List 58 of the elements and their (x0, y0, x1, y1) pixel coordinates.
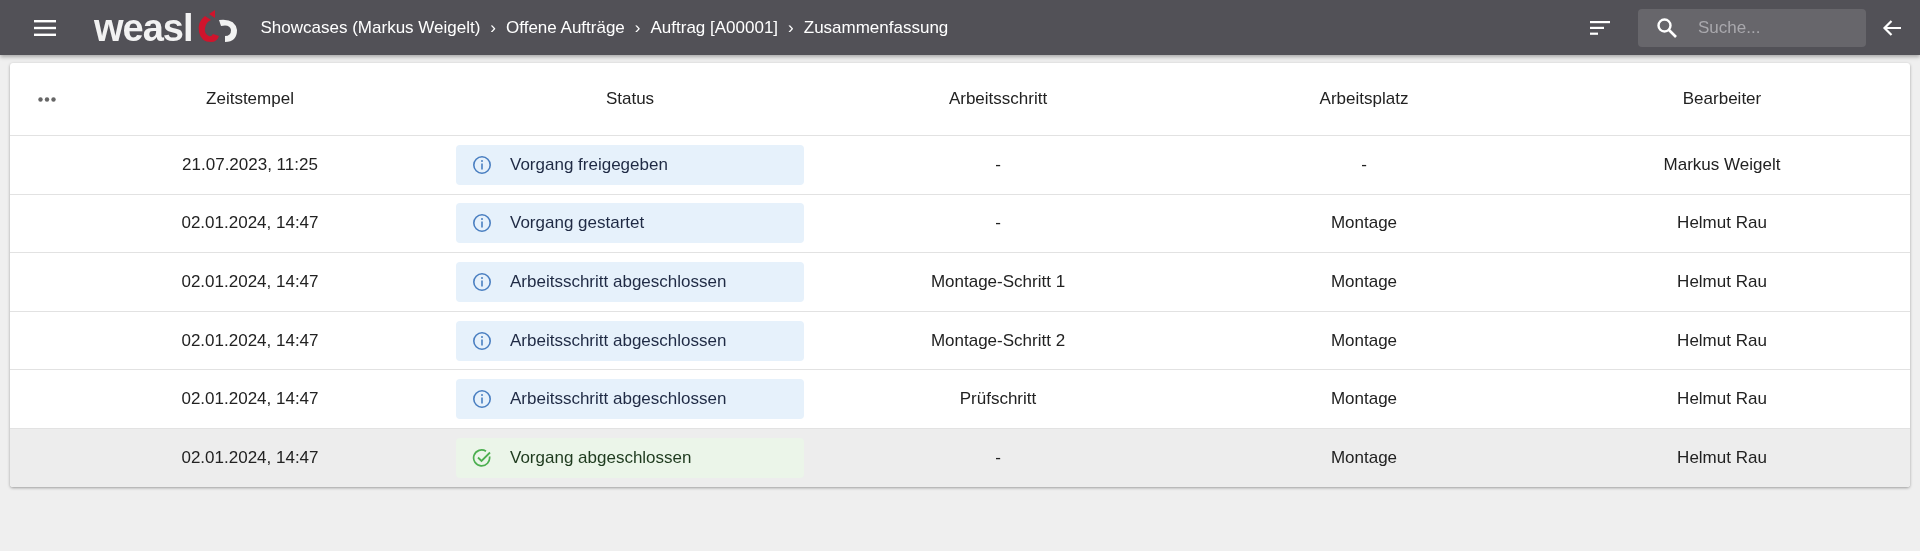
breadcrumb-link[interactable]: Offene Aufträge (506, 17, 625, 38)
table-cell: Montage (1330, 272, 1398, 292)
status-badge: Arbeitsschritt abgeschlossen (456, 320, 804, 361)
table-cell: - (995, 447, 1001, 468)
status-badge: Arbeitsschritt abgeschlossen (456, 379, 804, 420)
table-cell: Montage (1330, 213, 1398, 234)
table-row[interactable]: 02.01.2024, 14:47 Arbeitsschritt abgeschlossen Prüfschritt Montage Helmut Rau (10, 369, 1910, 428)
table-row[interactable]: 02.01.2024, 14:47 Vorgang abgeschlossen - Montage Helmut Rau (10, 427, 1910, 487)
breadcrumb-separator: › (788, 17, 794, 38)
column-header[interactable]: Arbeitsschritt (948, 89, 1048, 109)
table-cell: Helmut Rau (1677, 330, 1767, 351)
table-cell: 02.01.2024, 14:47 (181, 330, 319, 351)
table-cell: 21.07.2023, 11:25 (182, 154, 318, 175)
info-icon (472, 154, 492, 175)
table-cell: 02.01.2024, 14:47 (181, 213, 319, 234)
table-cell: - (995, 213, 1001, 234)
info-icon (472, 213, 492, 234)
breadcrumb-separator: › (490, 17, 497, 38)
table-cell: - (995, 154, 1001, 175)
status-badge: Vorgang gestartet (456, 203, 804, 244)
breadcrumb-link[interactable]: Zusammenfassung (803, 17, 949, 38)
table-cell: 02.01.2024, 14:47 (181, 389, 319, 410)
status-badge: Arbeitsschritt abgeschlossen (456, 262, 804, 302)
status-badge: Vorgang freigegeben (456, 144, 804, 185)
column-header[interactable]: Status (605, 89, 655, 109)
column-header[interactable]: Zeitstempel (206, 89, 294, 109)
breadcrumb-link[interactable]: Auftrag [A00001] (650, 17, 779, 38)
table-cell: Helmut Rau (1677, 272, 1767, 292)
table-row[interactable]: 02.01.2024, 14:47 Vorgang gestartet - Montage Helmut Rau (10, 193, 1910, 253)
table-cell: Montage (1330, 330, 1398, 351)
info-icon (472, 330, 492, 351)
table-cell: Helmut Rau (1677, 389, 1767, 410)
table-cell: Montage (1330, 389, 1398, 410)
table-cell: 02.01.2024, 14:47 (181, 272, 319, 292)
table-cell: 02.01.2024, 14:47 (181, 447, 319, 468)
check-circle-icon (472, 447, 492, 468)
table-cell: Prüfschritt (959, 389, 1037, 410)
table-row[interactable]: 02.01.2024, 14:47 Arbeitsschritt abgeschlossen Montage-Schritt 1 Montage Helmut Rau (10, 252, 1910, 311)
logo-text: weasl (94, 8, 193, 47)
table-row[interactable]: 21.07.2023, 11:25 Vorgang freigegeben - - Markus Weigelt (10, 135, 1910, 194)
table-cell: Helmut Rau (1677, 213, 1767, 234)
breadcrumb-separator: › (634, 17, 641, 38)
table-cell: Montage-Schritt 1 (930, 272, 1066, 292)
status-badge: Vorgang abgeschlossen (456, 437, 804, 478)
info-icon (472, 272, 492, 292)
search-icon (1656, 16, 1678, 39)
table-cell: Helmut Rau (1677, 447, 1767, 468)
table-cell: Montage-Schritt 2 (930, 330, 1066, 351)
column-header[interactable]: Bearbeiter (1682, 89, 1762, 109)
table-cell: Markus Weigelt (1663, 154, 1781, 175)
table-row[interactable]: 02.01.2024, 14:47 Arbeitsschritt abgeschlossen Montage-Schritt 2 Montage Helmut Rau (10, 310, 1910, 370)
breadcrumb-link[interactable]: Showcases (Markus Weigelt) (260, 17, 481, 38)
column-header[interactable]: Arbeitsplatz (1319, 89, 1409, 109)
table-cell: Montage (1330, 447, 1398, 468)
info-icon (472, 389, 492, 410)
search-field[interactable]: Suche... (1696, 16, 1830, 39)
table-cell: - (1361, 154, 1367, 175)
search-box[interactable]: Suche... (1638, 8, 1866, 47)
